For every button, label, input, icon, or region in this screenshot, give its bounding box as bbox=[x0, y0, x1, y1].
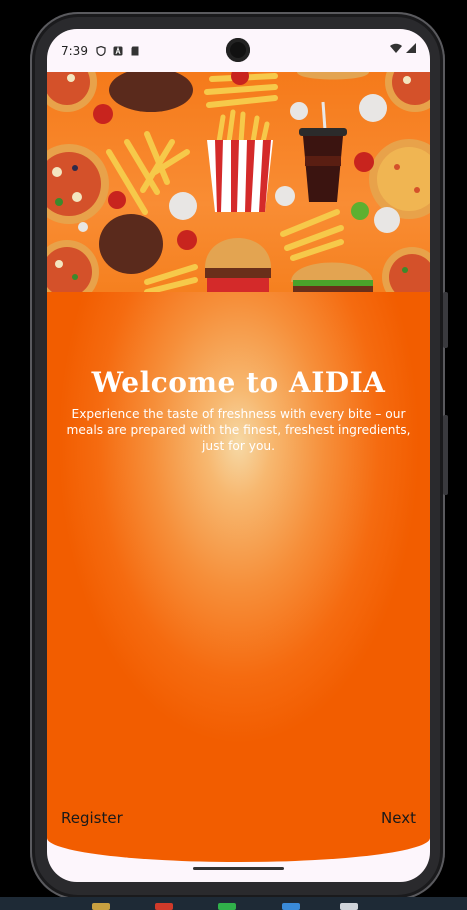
taskbar-icon[interactable] bbox=[282, 903, 300, 910]
taskbar-icon[interactable] bbox=[92, 903, 110, 910]
hero-food-image bbox=[47, 72, 430, 292]
a-badge-icon bbox=[113, 45, 123, 55]
taskbar-icon[interactable] bbox=[155, 903, 173, 910]
soda-cup-illustration bbox=[299, 101, 347, 202]
signal-icon bbox=[406, 43, 416, 53]
register-button[interactable]: Register bbox=[61, 809, 123, 827]
status-time: 7:39 bbox=[61, 43, 88, 58]
fries-box-illustration bbox=[207, 109, 273, 212]
home-indicator[interactable] bbox=[193, 867, 284, 870]
shield-icon bbox=[96, 45, 106, 56]
welcome-title: Welcome to AIDIA bbox=[91, 366, 386, 399]
power-button bbox=[443, 415, 448, 495]
wifi-icon bbox=[390, 43, 402, 53]
desktop-taskbar bbox=[0, 897, 467, 910]
welcome-subtitle: Experience the taste of freshness with e… bbox=[66, 407, 411, 453]
status-indicators bbox=[390, 43, 416, 53]
camera-punch-hole bbox=[226, 38, 250, 62]
sd-card-icon bbox=[131, 46, 139, 55]
phone-screen: 7:39 Welcome to AIDIA Experience the tas… bbox=[47, 29, 430, 882]
volume-button bbox=[443, 292, 448, 348]
next-button[interactable]: Next bbox=[381, 809, 416, 827]
taskbar-icon[interactable] bbox=[340, 903, 358, 910]
taskbar-icon[interactable] bbox=[218, 903, 236, 910]
